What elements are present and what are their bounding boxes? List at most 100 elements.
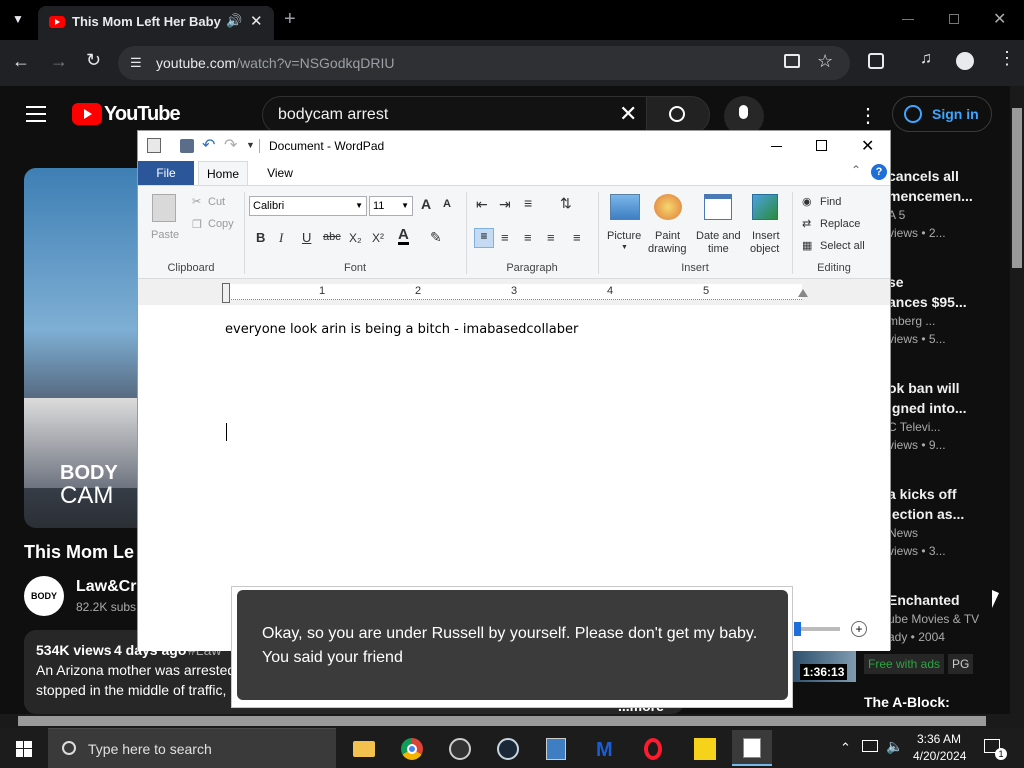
browser-tab[interactable]: This Mom Left Her Baby H 🔊 ✕ bbox=[38, 6, 274, 40]
scissors-icon[interactable]: ✂ bbox=[192, 195, 201, 208]
wp-maximize-icon[interactable] bbox=[816, 140, 827, 151]
wordpad-title-bar[interactable]: ↶ ↷ ▼ Document - WordPad ✕ bbox=[138, 131, 890, 161]
select-all-button[interactable]: Select all bbox=[820, 240, 865, 252]
align-left-icon[interactable]: ≡ bbox=[474, 228, 494, 248]
hamburger-menu-icon[interactable] bbox=[26, 106, 46, 122]
paint-app-icon[interactable] bbox=[536, 732, 576, 766]
font-color-icon[interactable]: A bbox=[398, 227, 409, 245]
taskbar-search-box[interactable]: Type here to search bbox=[48, 728, 336, 768]
line-spacing-icon[interactable]: ⇅ bbox=[560, 195, 572, 212]
opera-icon[interactable] bbox=[634, 732, 674, 766]
video-player[interactable]: BODY CAM bbox=[24, 168, 144, 528]
paint-icon[interactable] bbox=[654, 194, 682, 220]
tab-file[interactable]: File bbox=[138, 161, 194, 185]
italic-icon[interactable]: I bbox=[279, 230, 283, 246]
ruler[interactable]: 1 2 3 4 5 bbox=[138, 279, 890, 305]
copy-button[interactable]: Copy bbox=[208, 218, 234, 230]
back-icon[interactable]: ← bbox=[12, 51, 30, 72]
channel-avatar[interactable]: BODY bbox=[24, 576, 64, 616]
extensions-icon[interactable] bbox=[868, 53, 884, 69]
steam-icon[interactable] bbox=[488, 732, 528, 766]
scrollbar-thumb[interactable] bbox=[1012, 108, 1022, 268]
insert-object-line1[interactable]: Insert bbox=[752, 230, 780, 242]
recommendation-item[interactable]: cancels all mencemen... A 5 views • 2... bbox=[888, 166, 1008, 242]
binoculars-icon[interactable]: ◉ bbox=[802, 195, 812, 208]
recommendation-item[interactable]: ok ban will igned into... C Televi... vi… bbox=[888, 378, 1008, 454]
youtube-search-button[interactable] bbox=[646, 96, 710, 134]
channel-name[interactable]: Law&Cri bbox=[76, 578, 141, 596]
minimize-ribbon-icon[interactable]: ⌃ bbox=[851, 163, 861, 177]
youtube-settings-icon[interactable]: ⋮ bbox=[858, 103, 878, 128]
sticky-notes-icon[interactable] bbox=[684, 732, 724, 766]
date-time-line2[interactable]: time bbox=[708, 243, 729, 255]
paint-drawing-line2[interactable]: drawing bbox=[648, 243, 687, 255]
underline-icon[interactable]: U bbox=[302, 230, 311, 245]
help-icon[interactable]: ? bbox=[871, 164, 887, 180]
wordpad-app-icon[interactable] bbox=[147, 138, 161, 153]
superscript-icon[interactable]: X² bbox=[372, 231, 384, 245]
copy-icon[interactable]: ❐ bbox=[192, 218, 202, 231]
volume-muted-icon[interactable]: 🔈 bbox=[886, 738, 903, 755]
highlight-icon[interactable]: ✎ bbox=[430, 229, 442, 246]
next-recommendation-title[interactable]: The A-Block: bbox=[864, 694, 950, 710]
paste-button[interactable]: Paste bbox=[151, 229, 179, 241]
insert-object-icon[interactable] bbox=[752, 194, 778, 220]
address-bar[interactable]: ☰ youtube.com/watch?v=NSGodkqDRIU ☆ bbox=[118, 46, 850, 80]
undo-icon[interactable]: ↶ bbox=[202, 135, 215, 155]
increase-indent-icon[interactable]: ⇥ bbox=[499, 196, 511, 213]
file-explorer-icon[interactable] bbox=[344, 732, 384, 766]
reload-icon[interactable]: ↻ bbox=[86, 50, 101, 71]
minimize-window-icon[interactable] bbox=[902, 19, 914, 20]
grow-font-icon[interactable]: A bbox=[421, 196, 431, 212]
scrollbar-thumb[interactable] bbox=[18, 716, 986, 726]
browser-menu-icon[interactable]: ⋮ bbox=[998, 48, 1016, 69]
profile-icon[interactable] bbox=[956, 52, 974, 70]
vertical-scrollbar[interactable] bbox=[1010, 86, 1024, 714]
shrink-font-icon[interactable]: A bbox=[443, 198, 451, 210]
zoom-thumb[interactable] bbox=[794, 622, 801, 636]
bullets-icon[interactable]: ≡ bbox=[524, 195, 532, 211]
chrome-icon[interactable] bbox=[392, 732, 432, 766]
font-size-select[interactable]: 11 ▼ bbox=[369, 196, 413, 216]
picture-icon[interactable] bbox=[610, 194, 640, 220]
redo-icon[interactable]: ↷ bbox=[224, 135, 237, 155]
obs-icon[interactable] bbox=[440, 732, 480, 766]
align-right-icon[interactable]: ≡ bbox=[524, 230, 532, 245]
media-controls-icon[interactable]: ♫ bbox=[920, 50, 932, 68]
recommendation-item[interactable]: Enchanted ube Movies & TV ady • 2004 bbox=[888, 590, 1008, 646]
network-icon[interactable] bbox=[862, 740, 878, 752]
replace-icon[interactable]: ⇄ bbox=[802, 217, 811, 230]
save-icon[interactable] bbox=[180, 139, 194, 153]
site-info-icon[interactable]: ☰ bbox=[130, 55, 142, 71]
show-hidden-icons[interactable]: ⌃ bbox=[840, 740, 851, 756]
picture-button[interactable]: Picture bbox=[607, 230, 641, 242]
insert-object-line2[interactable]: object bbox=[750, 243, 779, 255]
cut-button[interactable]: Cut bbox=[208, 196, 225, 208]
youtube-search-input[interactable]: bodycam arrest ✕ bbox=[262, 96, 648, 134]
font-family-select[interactable]: Calibri ▼ bbox=[249, 196, 367, 216]
paint-drawing-line1[interactable]: Paint bbox=[655, 230, 680, 242]
restore-window-icon[interactable] bbox=[949, 14, 959, 24]
forward-icon[interactable]: → bbox=[50, 51, 68, 72]
wordpad-taskbar-icon[interactable] bbox=[732, 730, 772, 766]
paragraph-settings-icon[interactable]: ≡ bbox=[573, 230, 581, 245]
select-all-icon[interactable]: ▦ bbox=[802, 239, 812, 252]
align-center-icon[interactable]: ≡ bbox=[501, 230, 509, 245]
find-button[interactable]: Find bbox=[820, 196, 841, 208]
windows-start-icon[interactable] bbox=[16, 741, 32, 757]
recommendation-item[interactable]: se ances $95... mberg ... views • 5... bbox=[888, 272, 1008, 348]
tab-list-chevron-icon[interactable]: ▼ bbox=[12, 12, 28, 28]
date-time-line1[interactable]: Date and bbox=[696, 230, 741, 242]
clear-search-icon[interactable]: ✕ bbox=[619, 101, 637, 127]
close-window-icon[interactable]: ✕ bbox=[993, 9, 1006, 29]
malwarebytes-icon[interactable]: M bbox=[586, 732, 626, 766]
customize-quick-access-icon[interactable]: ▼ bbox=[246, 140, 255, 150]
install-app-icon[interactable] bbox=[784, 54, 800, 68]
recommendation-item[interactable]: a kicks off lection as... News views • 3… bbox=[888, 484, 1008, 560]
clock-time[interactable]: 3:36 AM bbox=[917, 732, 961, 746]
bookmark-star-icon[interactable]: ☆ bbox=[817, 51, 833, 72]
new-tab-icon[interactable]: + bbox=[284, 8, 296, 31]
bold-icon[interactable]: B bbox=[256, 230, 265, 245]
zoom-slider[interactable] bbox=[794, 622, 840, 636]
horizontal-scrollbar[interactable] bbox=[0, 714, 1024, 728]
